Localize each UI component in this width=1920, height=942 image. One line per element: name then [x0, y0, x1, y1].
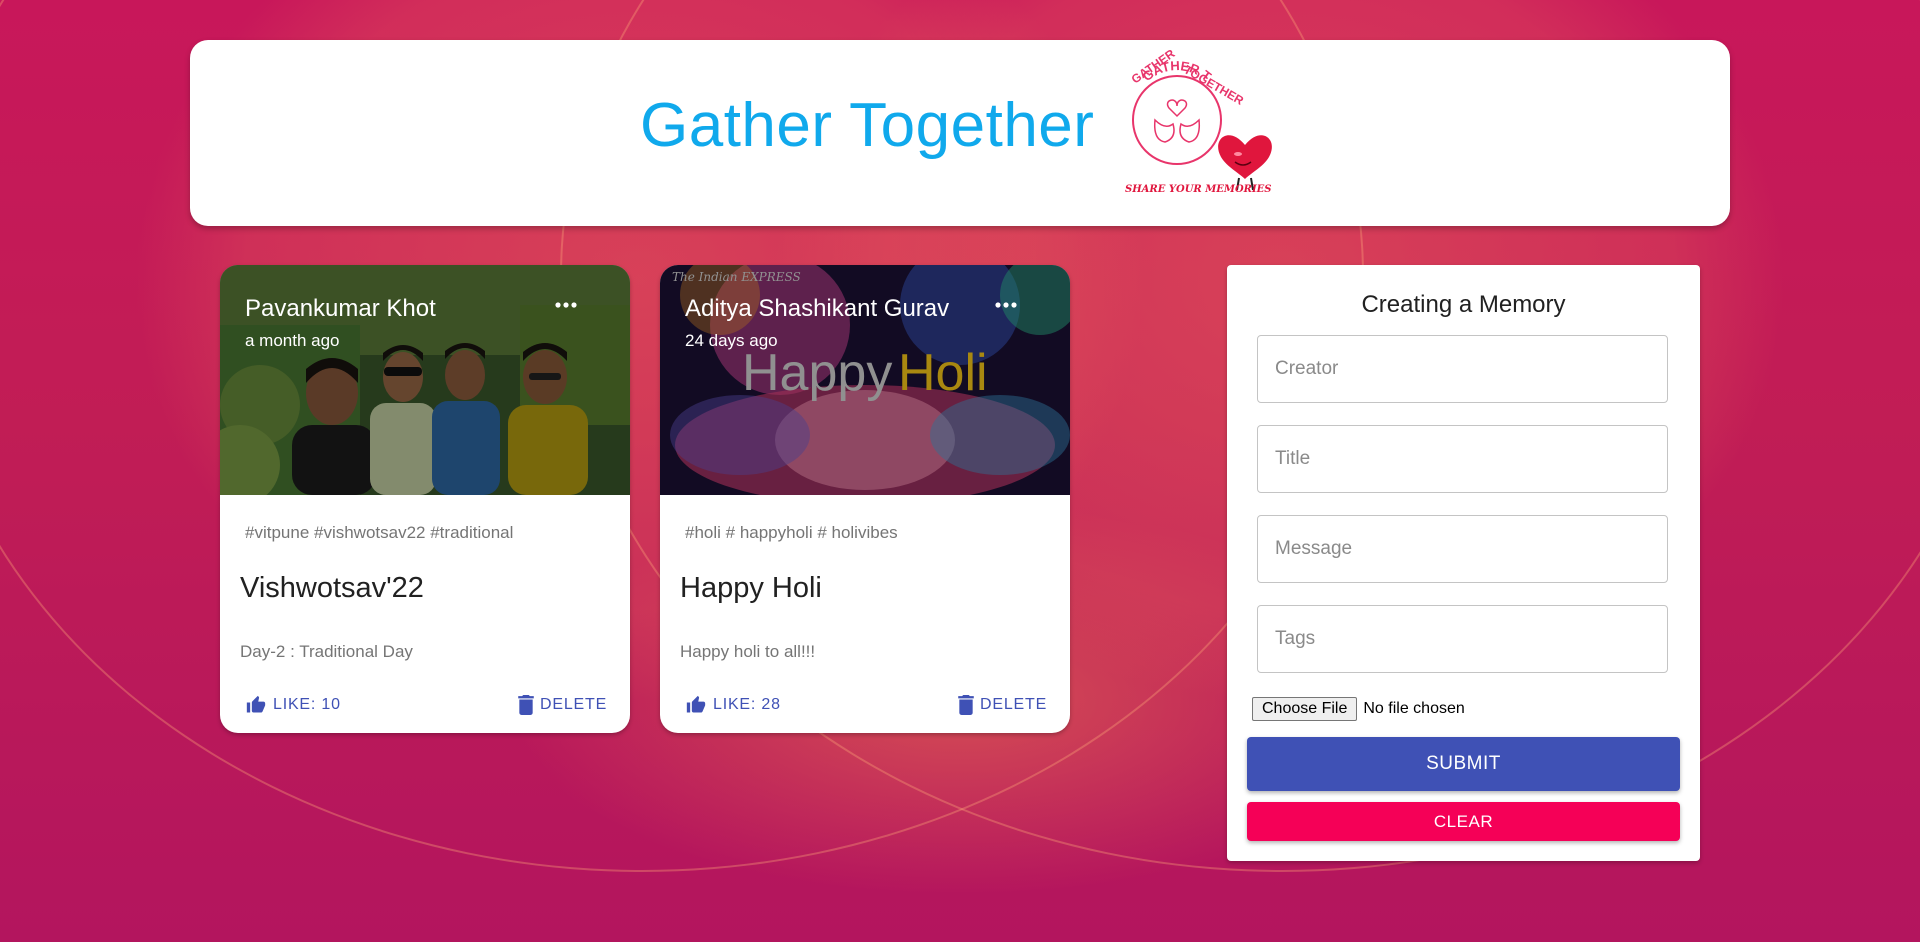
- form-title: Creating a Memory: [1361, 291, 1566, 318]
- more-options-icon[interactable]: [552, 295, 580, 315]
- delete-label: DELETE: [980, 696, 1048, 713]
- like-label: LIKE: 28: [713, 696, 781, 713]
- title-input[interactable]: [1257, 425, 1668, 493]
- app-title: Gather Together: [640, 91, 1095, 160]
- post-tags: #vitpune #vishwotsav22 #traditional: [245, 523, 514, 542]
- post-card: Pavankumar Khot a month ago #vitpune #vi…: [220, 265, 630, 733]
- creator-input[interactable]: [1257, 335, 1668, 403]
- app-logo: GATHER TOGETHER GATHER TOGETHER SHARE YO…: [1090, 38, 1280, 210]
- post-tags: #holi # happyholi # holivibes: [685, 523, 898, 542]
- thumb-up-icon: [245, 695, 267, 715]
- post-time: 24 days ago: [685, 331, 778, 350]
- message-input[interactable]: [1257, 515, 1668, 583]
- post-creator: Pavankumar Khot: [245, 295, 436, 322]
- post-time: a month ago: [245, 331, 340, 350]
- trash-icon: [518, 695, 534, 715]
- post-title: Happy Holi: [680, 572, 822, 604]
- logo-text-bottom: SHARE YOUR MEMORIES: [1125, 184, 1272, 195]
- post-message: Day-2 : Traditional Day: [240, 642, 413, 661]
- clear-button[interactable]: CLEAR: [1247, 802, 1680, 841]
- file-input: Choose File No file chosen: [1252, 697, 1465, 721]
- thumb-up-icon: [685, 695, 707, 715]
- post-title: Vishwotsav'22: [240, 572, 424, 604]
- like-button[interactable]: LIKE: 10: [245, 695, 341, 715]
- file-status: No file chosen: [1363, 700, 1465, 717]
- delete-label: DELETE: [540, 696, 608, 713]
- submit-button[interactable]: SUBMIT: [1247, 737, 1680, 791]
- like-button[interactable]: LIKE: 28: [685, 695, 781, 715]
- delete-button[interactable]: DELETE: [518, 695, 607, 715]
- like-label: LIKE: 10: [273, 696, 341, 713]
- memory-form: Creating a Memory Choose File No file ch…: [1227, 265, 1700, 861]
- tags-input[interactable]: [1257, 605, 1668, 673]
- post-message: Happy holi to all!!!: [680, 642, 816, 661]
- more-options-icon[interactable]: [992, 295, 1020, 315]
- trash-icon: [958, 695, 974, 715]
- post-card: The Indian EXPRESS Happy Holi Aditya Sha…: [660, 265, 1070, 733]
- delete-button[interactable]: DELETE: [958, 695, 1047, 715]
- post-creator: Aditya Shashikant Gurav: [685, 295, 950, 322]
- choose-file-button[interactable]: Choose File: [1252, 697, 1358, 721]
